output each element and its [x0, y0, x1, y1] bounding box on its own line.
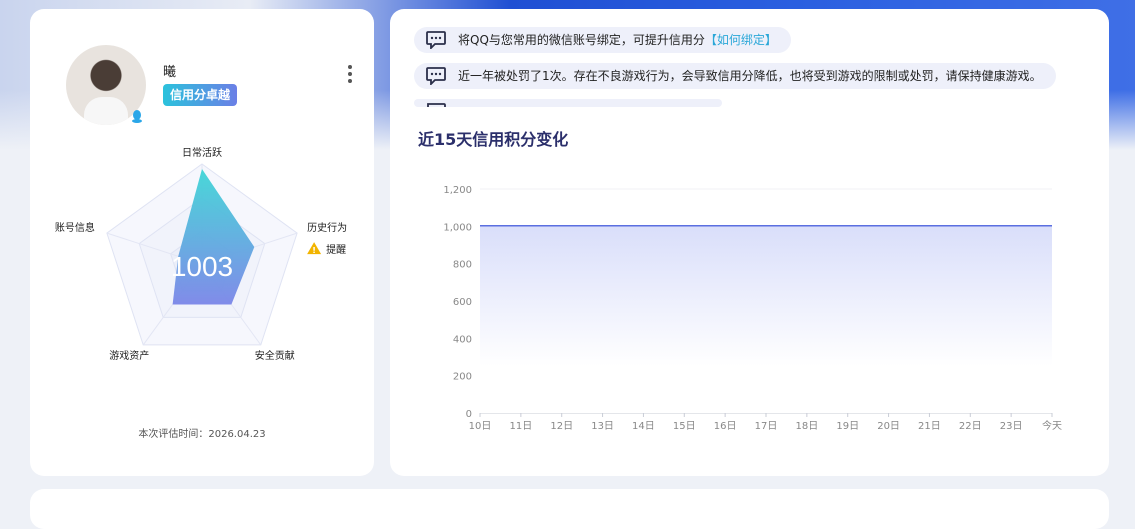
x-tick-label: 10日	[469, 421, 492, 432]
x-tick-label: 14日	[632, 421, 655, 432]
credit-line-chart: 0 200 400 600 800 1,000 1,200 10日 11日 12日 13日 14日 15…	[443, 185, 1062, 432]
y-tick-label: 400	[453, 334, 472, 345]
radar-axis-label: 历史行为	[307, 221, 347, 234]
eval-time-label: 本次评估时间：	[138, 429, 209, 440]
x-tick-label: 17日	[755, 421, 778, 432]
notice-bind-wechat: 将QQ与您常用的微信账号绑定，可提升信用分【如何绑定】	[414, 27, 791, 53]
credit-profile-card: 曦 信用分卓越 1003 日常活跃历史行为安全贡献 游戏资产 账号信息! 提醒 本次评估…	[30, 9, 374, 476]
radar-axis-label: 账号信息	[55, 221, 95, 234]
x-tick-label: 21日	[918, 421, 941, 432]
nickname: 曦	[163, 65, 177, 80]
message-icon	[426, 31, 446, 49]
x-tick-label: 22日	[959, 421, 982, 432]
chart-area	[480, 225, 1052, 413]
eval-time-value: 2026.04.23	[208, 429, 266, 440]
bottom-card	[30, 489, 1109, 529]
notice-partial	[414, 99, 722, 107]
x-tick-label: 15日	[673, 421, 696, 432]
x-tick-label: 12日	[550, 421, 573, 432]
y-tick-label: 800	[453, 260, 472, 271]
x-tick-label: 18日	[795, 421, 818, 432]
x-tick-label: 19日	[836, 421, 859, 432]
radar-axis-label: 安全贡献	[255, 349, 295, 362]
chart-title: 近15天信用积分变化	[418, 130, 569, 149]
y-tick-label: 1,000	[443, 222, 472, 233]
radar-chart: 1003 日常活跃历史行为安全贡献 游戏资产 账号信息! 提醒	[55, 146, 347, 362]
evaluation-time: 本次评估时间：2026.04.23	[30, 425, 374, 440]
message-icon	[426, 67, 446, 85]
y-tick-label: 0	[466, 409, 472, 420]
y-tick-label: 600	[453, 297, 472, 308]
message-icon	[427, 103, 446, 107]
credit-history-card: 将QQ与您常用的微信账号绑定，可提升信用分【如何绑定】 近一年被处罚了1次。存在…	[390, 9, 1109, 476]
notice-text: 近一年被处罚了1次。存在不良游戏行为，会导致信用分降低，也将受到游戏的限制或处罚…	[458, 69, 1042, 83]
credit-level-badge: 信用分卓越	[163, 84, 238, 106]
qq-penguin-icon	[132, 110, 142, 123]
warning-icon-mark: !	[312, 246, 316, 255]
x-tick-label: 20日	[877, 421, 900, 432]
more-options-icon[interactable]	[344, 65, 356, 85]
warning-label: 提醒	[326, 244, 346, 256]
y-tick-label: 200	[453, 372, 472, 383]
notice-penalty: 近一年被处罚了1次。存在不良游戏行为，会导致信用分降低，也将受到游戏的限制或处罚…	[414, 63, 1056, 89]
x-tick-label: 16日	[714, 421, 737, 432]
x-tick-label: 13日	[591, 421, 614, 432]
x-tick-label: 23日	[1000, 421, 1023, 432]
x-tick-label: 今天	[1042, 419, 1062, 432]
radar-axis-label: 游戏资产	[109, 349, 149, 362]
notice-text: 将QQ与您常用的微信账号绑定，可提升信用分	[458, 33, 705, 47]
x-tick-label: 11日	[509, 421, 532, 432]
y-tick-label: 1,200	[443, 185, 472, 196]
how-to-bind-link[interactable]: 【如何绑定】	[705, 33, 777, 47]
credit-score: 1003	[171, 251, 233, 282]
radar-axis-label: 日常活跃	[182, 146, 222, 159]
